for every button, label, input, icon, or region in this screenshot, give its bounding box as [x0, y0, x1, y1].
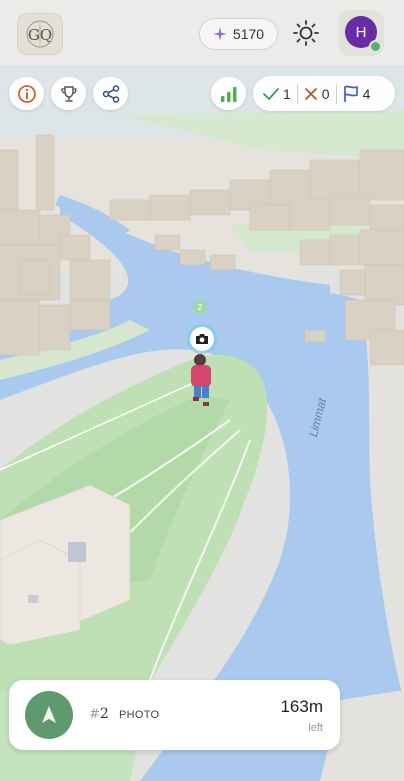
- check-icon: [263, 87, 279, 100]
- distance-value: 163m: [280, 697, 323, 716]
- wrong-count: 0: [304, 86, 330, 102]
- share-button[interactable]: [93, 77, 128, 110]
- cluster-marker[interactable]: 2: [193, 300, 207, 314]
- divider: [335, 83, 337, 104]
- logo-icon: GQ: [26, 20, 54, 48]
- camera-icon: [196, 334, 208, 344]
- navigation-arrow-icon: [42, 706, 56, 723]
- wrong-value: 0: [321, 85, 330, 102]
- score-stats[interactable]: 1 0 4: [253, 76, 395, 111]
- sun-icon[interactable]: [292, 19, 320, 47]
- task-hash: #: [89, 707, 100, 722]
- map-canvas[interactable]: [0, 0, 404, 781]
- app-logo[interactable]: GQ: [17, 13, 63, 55]
- signal-icon: [220, 86, 236, 102]
- profile-button[interactable]: H: [338, 10, 384, 56]
- photo-task-marker[interactable]: [190, 327, 214, 351]
- task-number: #2: [89, 706, 109, 722]
- signal-button[interactable]: [211, 77, 246, 110]
- leaderboard-button[interactable]: [51, 77, 86, 110]
- sparkle-icon: [212, 27, 227, 41]
- task-type: PHOTO: [119, 709, 160, 721]
- info-button[interactable]: [9, 77, 44, 110]
- divider: [296, 83, 298, 104]
- points-value: 5170: [232, 26, 265, 42]
- points-badge[interactable]: 5170: [199, 18, 278, 50]
- info-icon: [17, 84, 36, 103]
- top-bar: GQ 5170 H: [0, 0, 404, 67]
- share-icon: [102, 84, 119, 103]
- flag-count: 4: [343, 85, 371, 103]
- cross-icon: [304, 87, 317, 100]
- flag-icon: [343, 85, 358, 102]
- online-status-dot: [369, 40, 382, 53]
- distance-caption: left: [308, 722, 323, 734]
- correct-value: 1: [283, 85, 291, 102]
- task-number-value: 2: [99, 706, 109, 722]
- flag-value: 4: [362, 85, 371, 102]
- navigate-button[interactable]: [25, 691, 73, 739]
- trophy-icon: [60, 85, 77, 102]
- task-card[interactable]: #2 PHOTO 163m left: [9, 680, 340, 750]
- logo-text: GQ: [28, 26, 52, 44]
- correct-count: 1: [263, 86, 291, 102]
